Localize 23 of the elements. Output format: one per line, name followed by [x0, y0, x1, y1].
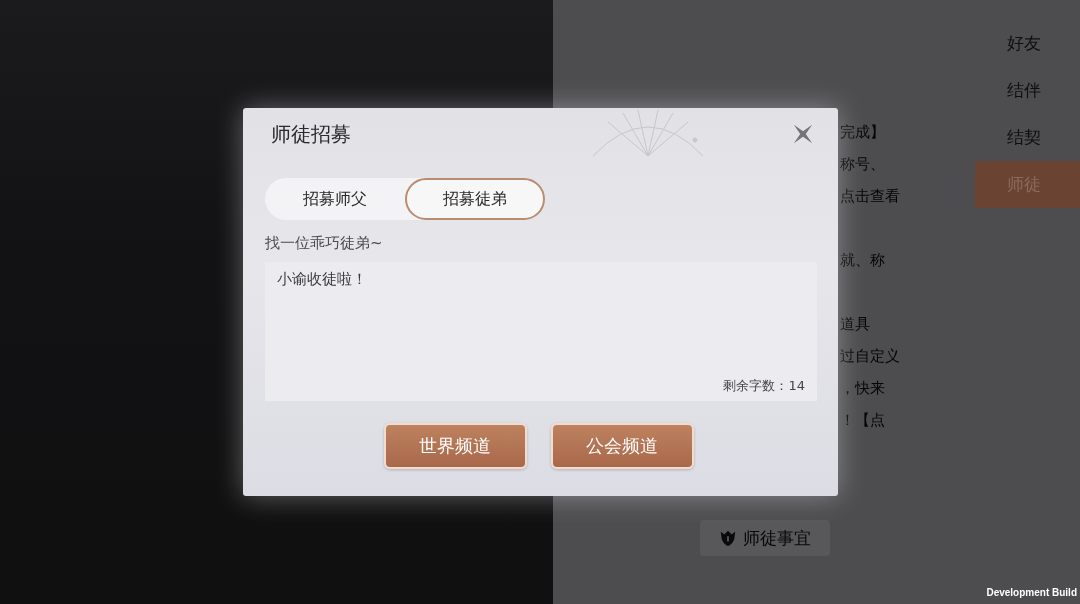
side-tab[interactable]: 结伴 — [975, 67, 1080, 114]
background-text: 过自定义 — [840, 346, 901, 367]
background-text: 道具 — [840, 314, 871, 335]
recruit-tab[interactable]: 招募徒弟 — [405, 178, 545, 220]
character-counter: 剩余字数：14 — [723, 377, 805, 395]
background-text: 完成】 — [840, 122, 886, 143]
shield-icon — [719, 529, 737, 547]
message-field[interactable]: 小谕收徒啦！ 剩余字数：14 — [265, 262, 817, 401]
side-tab[interactable]: 结契 — [975, 114, 1080, 161]
background-text: ，快来 — [840, 378, 886, 399]
background-text: ！【点 — [840, 410, 886, 431]
background-text: 点击查看 — [840, 186, 901, 207]
close-icon[interactable] — [792, 123, 814, 145]
side-tab[interactable]: 好友 — [975, 20, 1080, 67]
prompt-text: 找一位乖巧徒弟~ — [265, 233, 384, 254]
recruit-tab[interactable]: 招募师父 — [265, 178, 405, 220]
background-text: 就、称 — [840, 250, 886, 271]
affairs-button[interactable]: 师徒事宜 — [700, 520, 830, 556]
channel-button[interactable]: 世界频道 — [383, 423, 527, 469]
background-text: 称号、 — [840, 154, 886, 175]
build-label: Development Build — [985, 587, 1078, 600]
channel-button[interactable]: 公会频道 — [550, 423, 694, 469]
dialog-title: 师徒招募 — [271, 120, 351, 148]
